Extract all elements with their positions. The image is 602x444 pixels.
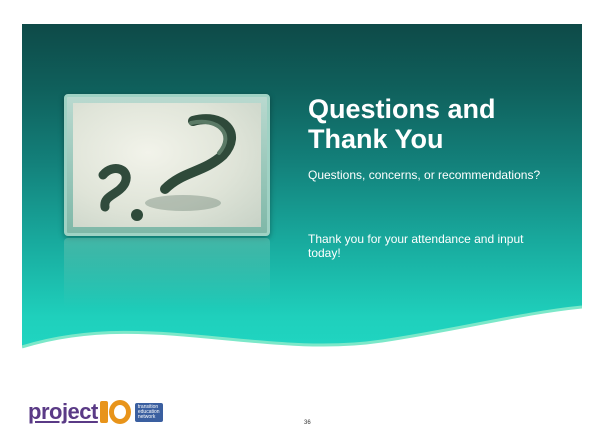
question-image <box>73 103 261 227</box>
logo-number <box>99 400 131 424</box>
page-number: 36 <box>304 420 311 426</box>
logo-one-mark <box>99 401 108 423</box>
slide-title: Questions and Thank You <box>308 94 496 154</box>
slide: Questions and Thank You Questions, conce… <box>0 0 602 444</box>
question-image-frame <box>64 94 270 236</box>
questions-text: Questions, concerns, or recommendations? <box>308 168 541 182</box>
project10-logo: project transition education network <box>28 398 163 426</box>
thank-you-text: Thank you for your attendance and input … <box>308 232 524 260</box>
logo-zero-mark <box>108 400 131 424</box>
logo-wordmark: project <box>28 399 98 424</box>
question-mark-icon <box>98 114 236 221</box>
image-reflection <box>64 238 270 308</box>
logo-tagline: transition education network <box>134 402 163 422</box>
